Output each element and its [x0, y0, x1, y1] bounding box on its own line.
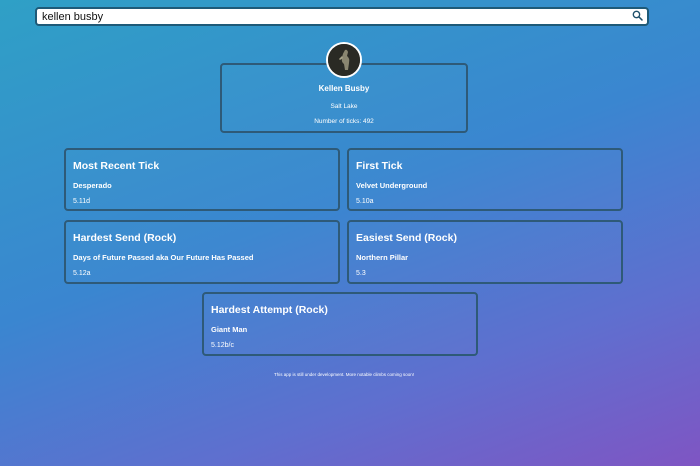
search-bar: [35, 7, 649, 26]
development-notice: This app is still under development. Mor…: [273, 372, 415, 377]
stat-route: Desperado: [73, 181, 112, 190]
profile-location: Salt Lake: [330, 103, 358, 110]
stat-route: Giant Man: [211, 325, 248, 334]
stat-title: First Tick: [356, 160, 403, 172]
search-input[interactable]: [37, 9, 627, 24]
search-icon: [632, 8, 643, 26]
stat-grade: 5.11d: [73, 198, 90, 205]
stat-card-first-tick: First Tick Velvet Underground 5.10a: [347, 148, 623, 211]
profile-name: Kellen Busby: [318, 84, 370, 93]
stat-grade: 5.12a: [73, 270, 91, 277]
search-button[interactable]: [627, 9, 647, 24]
avatar: [326, 42, 362, 78]
profile-tick-count: Number of ticks: 492: [314, 118, 374, 125]
stat-card-hardest-attempt: Hardest Attempt (Rock) Giant Man 5.12b/c: [202, 292, 478, 356]
stat-card-most-recent-tick: Most Recent Tick Desperado 5.11d: [64, 148, 340, 211]
stat-title: Easiest Send (Rock): [356, 232, 457, 244]
stat-title: Most Recent Tick: [73, 160, 160, 172]
stat-route: Northern Pillar: [356, 253, 409, 262]
stat-grade: 5.3: [356, 270, 366, 277]
stat-route: Days of Future Passed aka Our Future Has…: [73, 253, 254, 262]
stat-title: Hardest Send (Rock): [73, 232, 177, 244]
stat-route: Velvet Underground: [356, 181, 428, 190]
stat-card-easiest-send: Easiest Send (Rock) Northern Pillar 5.3: [347, 220, 623, 284]
stat-card-hardest-send: Hardest Send (Rock) Days of Future Passe…: [64, 220, 340, 284]
stat-grade: 5.10a: [356, 198, 374, 205]
stat-title: Hardest Attempt (Rock): [211, 304, 328, 316]
stat-grade: 5.12b/c: [211, 342, 234, 349]
